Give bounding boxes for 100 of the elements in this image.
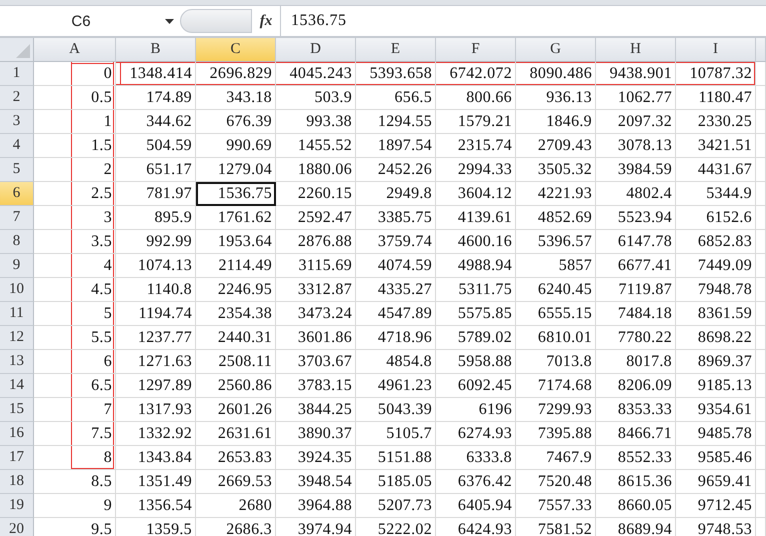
table-cell: 1271.63 [116, 350, 196, 374]
row-header[interactable]: 9 [0, 254, 34, 278]
table-cell: 504.59 [116, 134, 196, 158]
row-header[interactable]: 8 [0, 230, 34, 254]
row-header[interactable]: 18 [0, 470, 34, 494]
table-cell: 3759.74 [356, 230, 436, 254]
row-header[interactable]: 14 [0, 374, 34, 398]
table-cell: 7467.9 [516, 446, 596, 470]
table-cell: 5789.02 [436, 326, 516, 350]
column-header[interactable]: A [34, 38, 116, 62]
table-cell: 936.13 [516, 86, 596, 110]
table-cell: 4961.23 [356, 374, 436, 398]
table-cell: 7520.48 [516, 470, 596, 494]
table-cell: 8552.33 [596, 446, 676, 470]
table-cell: 1897.54 [356, 134, 436, 158]
row-header[interactable]: 15 [0, 398, 34, 422]
triangle-icon [16, 44, 30, 58]
table-cell: 6555.15 [516, 302, 596, 326]
table-cell: 5857 [516, 254, 596, 278]
table-cell: 6274.93 [436, 422, 516, 446]
table-cell: 1351.49 [116, 470, 196, 494]
table-cell: 1343.84 [116, 446, 196, 470]
row-header[interactable]: 20 [0, 518, 34, 536]
row-header[interactable]: 17 [0, 446, 34, 470]
table-cell [756, 422, 766, 446]
table-cell: 1074.13 [116, 254, 196, 278]
select-all-button[interactable] [0, 38, 34, 62]
table-cell: 5207.73 [356, 494, 436, 518]
table-cell: 3 [34, 206, 116, 230]
table-cell [756, 230, 766, 254]
table-cell: 6.5 [34, 374, 116, 398]
table-cell: 1359.5 [116, 518, 196, 536]
table-cell [756, 134, 766, 158]
column-header[interactable]: E [356, 38, 436, 62]
table-cell: 2696.829 [196, 62, 276, 86]
table-cell: 8615.36 [596, 470, 676, 494]
table-cell: 6333.8 [436, 446, 516, 470]
table-cell: 9 [34, 494, 116, 518]
column-header[interactable]: D [276, 38, 356, 62]
table-cell: 1846.9 [516, 110, 596, 134]
row-header[interactable]: 6 [0, 182, 34, 206]
row-header[interactable]: 2 [0, 86, 34, 110]
table-cell: 5575.85 [436, 302, 516, 326]
table-cell: 7119.87 [596, 278, 676, 302]
row-header[interactable]: 12 [0, 326, 34, 350]
table-cell: 7484.18 [596, 302, 676, 326]
column-header[interactable]: C [196, 38, 276, 62]
table-cell: 7780.22 [596, 326, 676, 350]
table-cell [756, 86, 766, 110]
table-cell: 503.9 [276, 86, 356, 110]
name-box[interactable]: C6 [0, 6, 180, 36]
table-cell: 993.38 [276, 110, 356, 134]
column-header[interactable]: H [596, 38, 676, 62]
row-header[interactable]: 16 [0, 422, 34, 446]
table-cell: 3312.87 [276, 278, 356, 302]
table-cell: 3601.86 [276, 326, 356, 350]
table-cell: 0 [34, 62, 116, 86]
row-header[interactable]: 3 [0, 110, 34, 134]
table-cell: 7581.52 [516, 518, 596, 536]
table-cell: 8660.05 [596, 494, 676, 518]
row-header[interactable]: 1 [0, 62, 34, 86]
table-cell: 8090.486 [516, 62, 596, 86]
table-cell: 3421.51 [676, 134, 756, 158]
table-cell: 5 [34, 302, 116, 326]
table-cell [756, 182, 766, 206]
table-cell: 2601.26 [196, 398, 276, 422]
splitter-handle[interactable] [180, 9, 252, 33]
table-cell: 1.5 [34, 134, 116, 158]
column-header[interactable]: G [516, 38, 596, 62]
formula-field[interactable]: 1536.75 [281, 6, 766, 36]
column-header[interactable] [756, 38, 766, 62]
table-cell: 7174.68 [516, 374, 596, 398]
table-cell: 1579.21 [436, 110, 516, 134]
row-header[interactable]: 19 [0, 494, 34, 518]
table-cell: 1317.93 [116, 398, 196, 422]
table-cell: 5043.39 [356, 398, 436, 422]
table-cell: 3.5 [34, 230, 116, 254]
column-header[interactable]: F [436, 38, 516, 62]
table-cell: 5151.88 [356, 446, 436, 470]
table-cell [756, 206, 766, 230]
table-cell: 1140.8 [116, 278, 196, 302]
function-button[interactable]: fx [252, 6, 281, 36]
table-cell: 5311.75 [436, 278, 516, 302]
row-header[interactable]: 11 [0, 302, 34, 326]
table-cell: 1194.74 [116, 302, 196, 326]
table-cell: 656.5 [356, 86, 436, 110]
row-header[interactable]: 5 [0, 158, 34, 182]
row-header[interactable]: 10 [0, 278, 34, 302]
table-cell: 6405.94 [436, 494, 516, 518]
table-cell: 651.17 [116, 158, 196, 182]
column-header[interactable]: I [676, 38, 756, 62]
table-cell [756, 158, 766, 182]
table-cell: 4335.27 [356, 278, 436, 302]
table-cell: 7013.8 [516, 350, 596, 374]
row-header[interactable]: 13 [0, 350, 34, 374]
column-header[interactable]: B [116, 38, 196, 62]
table-cell [756, 110, 766, 134]
row-header[interactable]: 7 [0, 206, 34, 230]
row-header[interactable]: 4 [0, 134, 34, 158]
table-cell: 2452.26 [356, 158, 436, 182]
